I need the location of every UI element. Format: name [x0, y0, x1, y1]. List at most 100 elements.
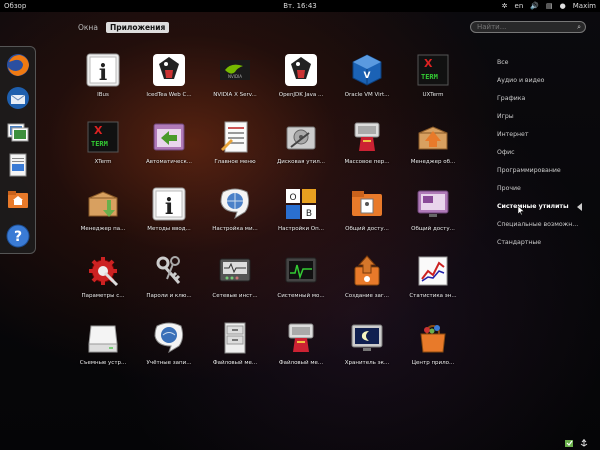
file-cabinet-icon	[224, 322, 246, 354]
app-label: Системный мо...	[277, 293, 325, 299]
app-item[interactable]: Дисковая утил...	[268, 119, 334, 177]
user-status-icon[interactable]: ●	[560, 0, 566, 12]
app-item[interactable]: Файловый ме...	[268, 320, 334, 378]
writer-icon[interactable]	[5, 152, 31, 178]
xterm-icon: X TERM	[417, 54, 449, 86]
app-item[interactable]: IcedTea Web C...	[136, 52, 202, 110]
app-item[interactable]: OpenJDK Java ...	[268, 52, 334, 110]
disk-utility-icon	[286, 126, 316, 150]
package-icon	[418, 126, 448, 150]
category-item[interactable]: Прочие	[497, 185, 521, 192]
app-item[interactable]: Сетевые инст...	[202, 253, 268, 311]
svg-text:V: V	[364, 71, 371, 81]
app-item[interactable]: Файловый ме...	[202, 320, 268, 378]
category-item[interactable]: Интернет	[497, 131, 528, 138]
xterm-icon: X TERM	[87, 121, 119, 153]
category-item[interactable]: Офис	[497, 149, 515, 156]
app-label: Центр прило...	[411, 360, 455, 366]
app-item[interactable]: i Методы ввод...	[136, 186, 202, 244]
app-label: Файловый ме...	[278, 360, 324, 366]
category-item[interactable]: Игры	[497, 113, 514, 120]
home-folder-icon[interactable]	[5, 186, 31, 212]
top-bar: Обзор Вт. 16:43 ✲ en 🔊 ▤ ● Maxim	[0, 0, 600, 12]
menu-editor-icon	[221, 121, 248, 153]
bluetooth-icon[interactable]: ✲	[502, 0, 508, 12]
category-item[interactable]: Графика	[497, 95, 525, 102]
category-item[interactable]: Специальные возможн...	[497, 221, 578, 228]
category-item[interactable]: Аудио и видео	[497, 77, 544, 84]
app-item[interactable]: Общий досту...	[334, 186, 400, 244]
svg-text:B: B	[306, 209, 312, 219]
app-item[interactable]: Съемные устр...	[70, 320, 136, 378]
app-label: Статистика эн...	[409, 293, 457, 299]
svg-text:TERM: TERM	[91, 140, 108, 148]
svg-text:TERM: TERM	[421, 73, 438, 81]
info-icon: i	[86, 53, 120, 87]
status-tray: ✲ en 🔊 ▤ ● Maxim	[502, 0, 596, 12]
app-label: NVIDIA X Serv...	[213, 92, 257, 98]
app-label: Настройка ми...	[212, 226, 258, 232]
dash: ?	[0, 46, 36, 254]
svg-text:NVIDIA: NVIDIA	[228, 74, 242, 79]
firefox-icon[interactable]	[5, 52, 31, 78]
software-update-icon[interactable]	[564, 438, 574, 448]
app-item[interactable]: Менеджер па...	[70, 186, 136, 244]
app-item[interactable]: NVIDIA NVIDIA X Serv...	[202, 52, 268, 110]
app-item[interactable]: Центр прило...	[400, 320, 466, 378]
app-label: Менеджер об...	[410, 159, 456, 165]
image-viewer-icon[interactable]	[5, 119, 31, 145]
app-item[interactable]: Создание заг...	[334, 253, 400, 311]
app-item[interactable]: X TERM UXTerm	[400, 52, 466, 110]
nvidia-icon: NVIDIA	[220, 60, 250, 80]
usb-icon[interactable]	[579, 438, 589, 448]
app-item[interactable]: Учётные запи...	[136, 320, 202, 378]
svg-text:X: X	[424, 57, 433, 70]
software-center-icon	[420, 324, 446, 353]
app-item[interactable]: Менеджер об...	[400, 119, 466, 177]
app-item[interactable]: Настройка ми...	[202, 186, 268, 244]
svg-text:i: i	[165, 194, 173, 220]
app-item[interactable]: Автоматическ...	[136, 119, 202, 177]
app-item[interactable]: V Oracle VM Virt...	[334, 52, 400, 110]
user-menu[interactable]: Maxim	[573, 0, 596, 12]
activities-button[interactable]: Обзор	[4, 0, 26, 12]
app-item[interactable]: Параметры с...	[70, 253, 136, 311]
app-label: Дисковая утил...	[276, 159, 326, 165]
app-label: Параметры с...	[81, 293, 125, 299]
selection-arrow-icon	[577, 203, 582, 211]
app-item[interactable]: Системный мо...	[268, 253, 334, 311]
app-item[interactable]: Массовое пер...	[334, 119, 400, 177]
app-label: Настройки Оп...	[278, 226, 324, 232]
tab-windows[interactable]: Окна	[74, 22, 102, 33]
network-icon[interactable]: ▤	[546, 0, 553, 12]
app-item[interactable]: O B Настройки Оп...	[268, 186, 334, 244]
app-item[interactable]: i IBus	[70, 52, 136, 110]
app-item[interactable]: Главное меню	[202, 119, 268, 177]
search-box[interactable]: ⌕	[470, 21, 586, 33]
app-label: Создание заг...	[344, 293, 390, 299]
app-label: Методы ввод...	[147, 226, 191, 232]
tab-applications[interactable]: Приложения	[105, 22, 170, 33]
app-label: Менеджер па...	[80, 226, 126, 232]
app-item[interactable]: Хранитель эк...	[334, 320, 400, 378]
thunderbird-icon[interactable]	[5, 85, 31, 111]
app-item[interactable]: Статистика эн...	[400, 253, 466, 311]
mouse-pointer-icon	[518, 206, 524, 215]
category-item[interactable]: Программирование	[497, 167, 561, 174]
category-item[interactable]: Все	[497, 59, 508, 66]
app-label: Учётные запи...	[146, 360, 192, 366]
help-icon[interactable]: ?	[5, 223, 31, 249]
category-item[interactable]: Системные утилиты	[497, 203, 569, 210]
app-item[interactable]: Пароли и клю...	[136, 253, 202, 311]
svg-text:i: i	[99, 60, 107, 86]
shared-desktop-icon	[417, 190, 449, 217]
category-item[interactable]: Стандартные	[497, 239, 541, 246]
app-item[interactable]: X TERM XTerm	[70, 119, 136, 177]
keyboard-layout[interactable]: en	[515, 0, 524, 12]
clock[interactable]: Вт. 16:43	[283, 2, 317, 10]
app-item[interactable]: Общий досту...	[400, 186, 466, 244]
volume-icon[interactable]: 🔊	[530, 0, 539, 12]
search-input[interactable]	[477, 22, 567, 32]
app-label: Хранитель эк...	[344, 360, 390, 366]
removable-drive-icon	[88, 325, 118, 353]
